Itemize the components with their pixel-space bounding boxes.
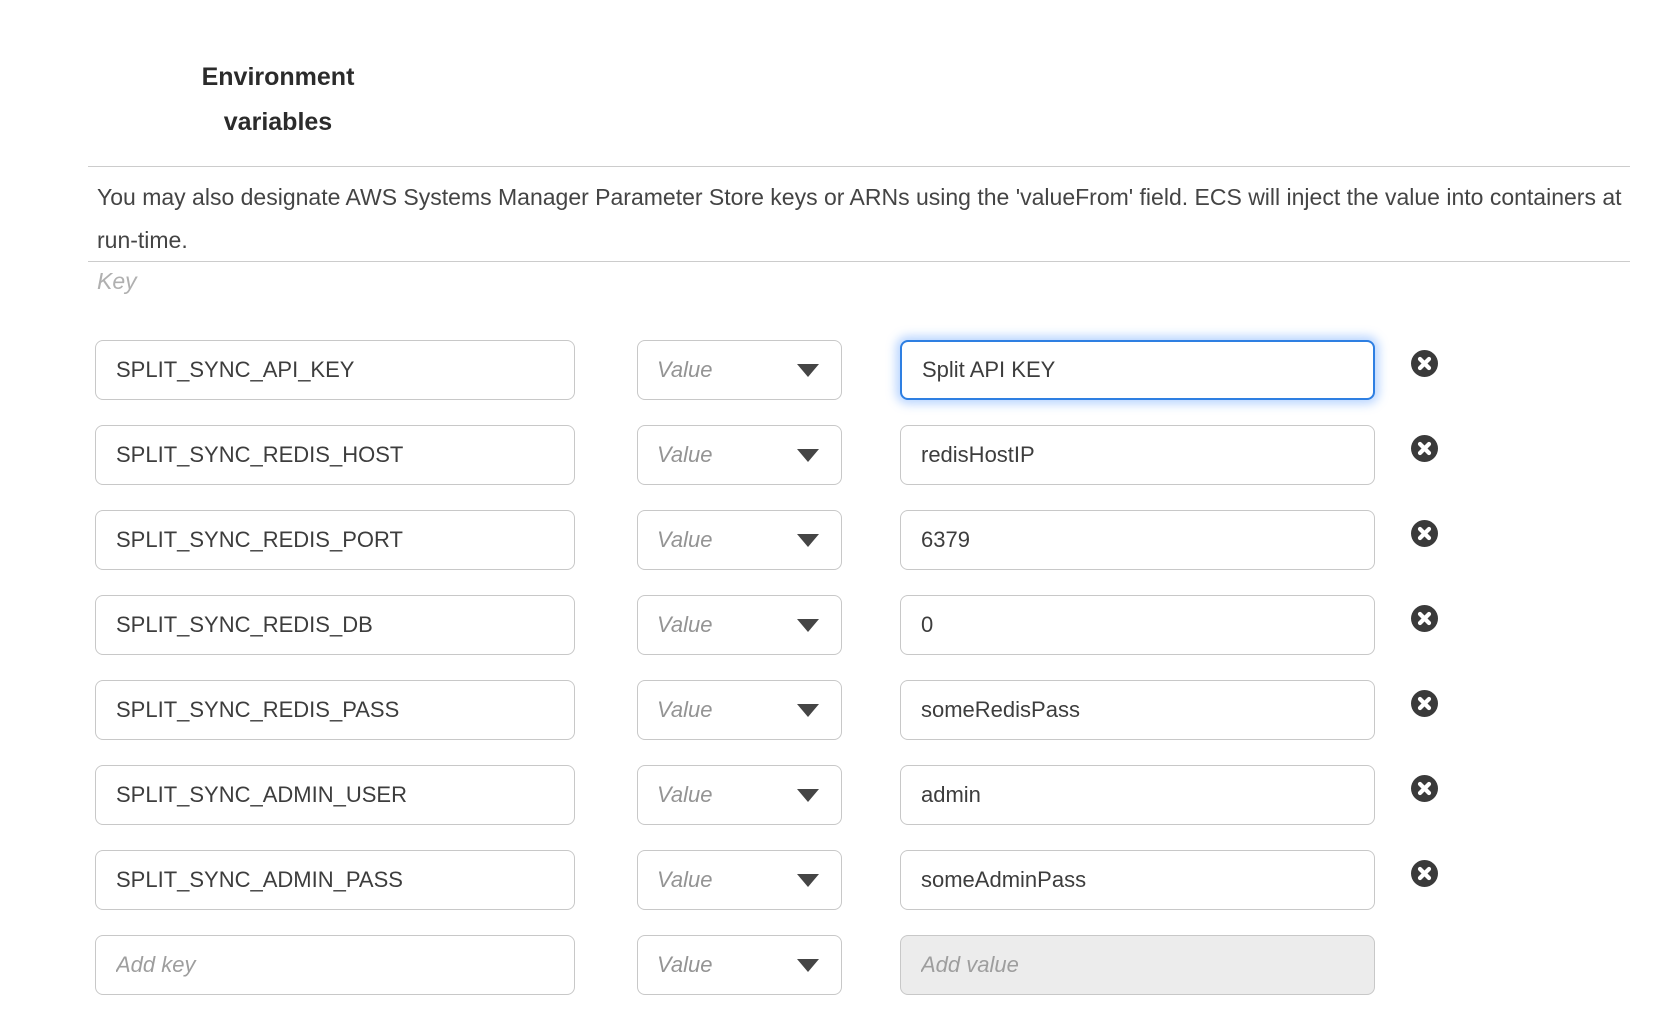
chevron-down-icon: [797, 704, 819, 717]
env-variable-row: Value: [95, 850, 1438, 910]
value-type-select[interactable]: Value: [637, 680, 842, 740]
value-type-label: Value: [657, 357, 712, 383]
remove-variable-button[interactable]: [1411, 605, 1438, 632]
value-type-select[interactable]: Value: [637, 340, 842, 400]
env-key-input[interactable]: [95, 850, 575, 910]
x-circle-icon: [1411, 520, 1438, 547]
value-type-select[interactable]: Value: [637, 510, 842, 570]
remove-variable-button[interactable]: [1411, 860, 1438, 887]
env-rows: Value Value Value: [95, 340, 1438, 1018]
value-type-label: Value: [657, 612, 712, 638]
value-type-label: Value: [657, 952, 712, 978]
env-variable-row: Value: [95, 340, 1438, 400]
remove-variable-button[interactable]: [1411, 690, 1438, 717]
value-type-label: Value: [657, 527, 712, 553]
chevron-down-icon: [797, 364, 819, 377]
remove-variable-button[interactable]: [1411, 435, 1438, 462]
env-key-input[interactable]: [95, 680, 575, 740]
remove-variable-button[interactable]: [1411, 350, 1438, 377]
divider-top: [88, 166, 1630, 167]
env-variable-row: Value: [95, 425, 1438, 485]
env-variable-row: Value: [95, 510, 1438, 570]
add-value-input[interactable]: [900, 935, 1375, 995]
env-key-input[interactable]: [95, 510, 575, 570]
env-value-input[interactable]: [900, 595, 1375, 655]
env-value-input[interactable]: [900, 850, 1375, 910]
value-type-select[interactable]: Value: [637, 765, 842, 825]
env-value-input[interactable]: [900, 765, 1375, 825]
divider-bottom: [88, 261, 1630, 262]
x-circle-icon: [1411, 605, 1438, 632]
add-variable-row: Value: [95, 935, 1438, 995]
env-key-input[interactable]: [95, 425, 575, 485]
chevron-down-icon: [797, 874, 819, 887]
x-circle-icon: [1411, 690, 1438, 717]
env-value-input[interactable]: [900, 340, 1375, 400]
value-type-label: Value: [657, 782, 712, 808]
x-circle-icon: [1411, 435, 1438, 462]
value-type-select[interactable]: Value: [637, 935, 842, 995]
chevron-down-icon: [797, 789, 819, 802]
section-label: Environment variables: [183, 55, 373, 145]
x-circle-icon: [1411, 775, 1438, 802]
value-type-select[interactable]: Value: [637, 425, 842, 485]
value-type-label: Value: [657, 867, 712, 893]
value-type-select[interactable]: Value: [637, 850, 842, 910]
env-key-input[interactable]: [95, 765, 575, 825]
env-variable-row: Value: [95, 680, 1438, 740]
env-key-input[interactable]: [95, 340, 575, 400]
chevron-down-icon: [797, 619, 819, 632]
key-column-header: Key: [97, 268, 137, 295]
value-type-label: Value: [657, 442, 712, 468]
env-variable-row: Value: [95, 765, 1438, 825]
env-value-input[interactable]: [900, 680, 1375, 740]
env-variable-row: Value: [95, 595, 1438, 655]
env-value-input[interactable]: [900, 510, 1375, 570]
remove-variable-button[interactable]: [1411, 775, 1438, 802]
chevron-down-icon: [797, 449, 819, 462]
value-type-select[interactable]: Value: [637, 595, 842, 655]
x-circle-icon: [1411, 350, 1438, 377]
x-circle-icon: [1411, 860, 1438, 887]
chevron-down-icon: [797, 534, 819, 547]
add-key-input[interactable]: [95, 935, 575, 995]
help-text: You may also designate AWS Systems Manag…: [97, 176, 1629, 262]
env-key-input[interactable]: [95, 595, 575, 655]
chevron-down-icon: [797, 959, 819, 972]
environment-variables-section: Environment variables You may also desig…: [0, 0, 1678, 1018]
remove-variable-button[interactable]: [1411, 520, 1438, 547]
value-type-label: Value: [657, 697, 712, 723]
env-value-input[interactable]: [900, 425, 1375, 485]
